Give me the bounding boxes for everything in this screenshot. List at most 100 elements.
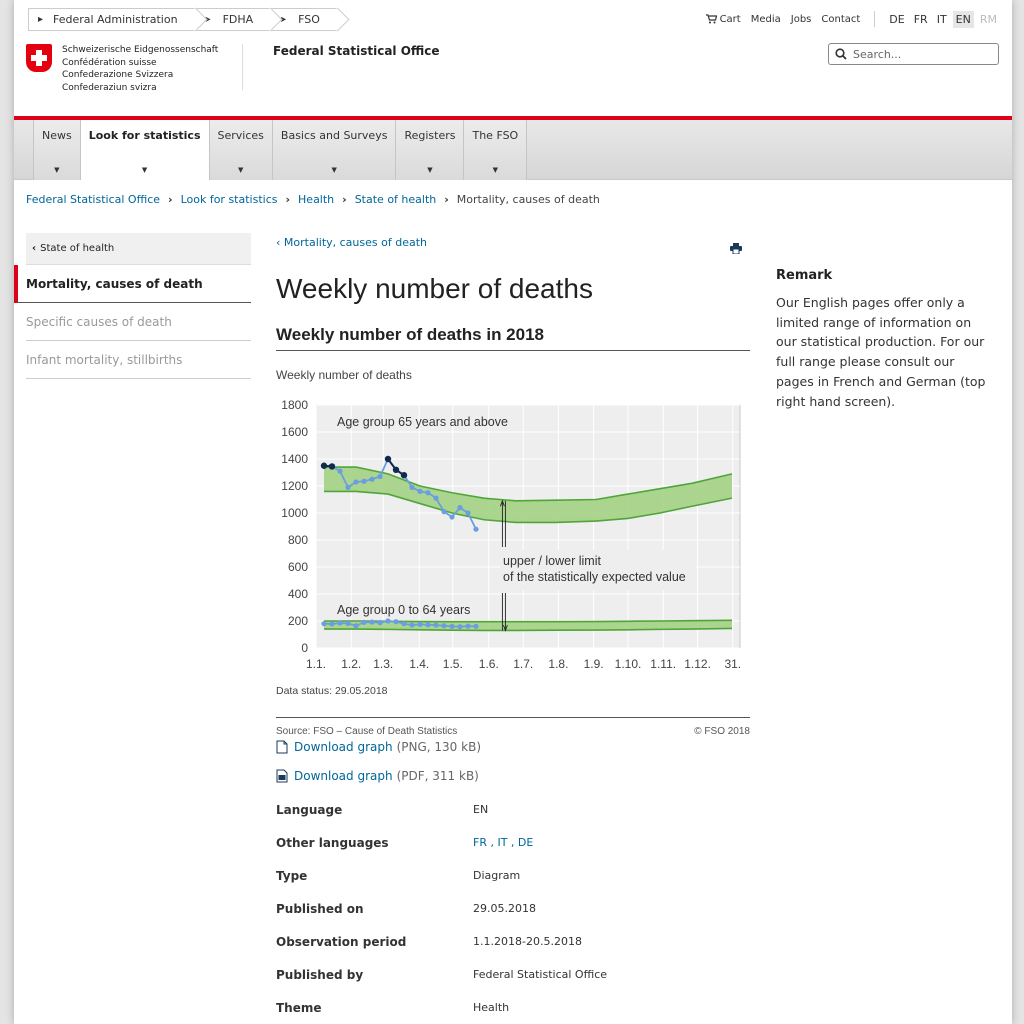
download-png[interactable]: Download graph (PNG, 130 kB) [276, 740, 481, 754]
page: Federal Administration FDHA FSO Cart Med… [14, 0, 1012, 1024]
data-point [377, 620, 383, 626]
chevron-left-icon: ‹ [32, 243, 37, 254]
remark-text: Our English pages offer only a limited r… [776, 295, 986, 409]
data-point [465, 623, 471, 629]
top-crumb-federal-administration[interactable]: Federal Administration [28, 8, 196, 31]
x-tick-label: 1.7. [513, 657, 533, 671]
caret-down-icon: ▼ [427, 166, 433, 174]
cart-link[interactable]: Cart [705, 14, 741, 25]
language-separator [874, 11, 876, 27]
y-tick-label: 200 [288, 614, 308, 628]
lang-rm: RM [979, 12, 997, 26]
jobs-link[interactable]: Jobs [791, 14, 812, 25]
search-input[interactable]: Search... [828, 43, 999, 65]
data-point [449, 623, 455, 629]
nav-look-for-statistics[interactable]: Look for statistics ▼ [79, 120, 209, 180]
property-row: Type Diagram [276, 869, 750, 902]
top-bar: Federal Administration FDHA FSO Cart Med… [28, 8, 1000, 32]
x-tick-label: 1.1. [306, 657, 326, 671]
data-point [345, 620, 351, 627]
data-point [473, 623, 479, 629]
nav-the-fso[interactable]: The FSO ▼ [463, 120, 528, 180]
data-point [361, 619, 367, 625]
left-navigation: ‹ State of health Mortality, causes of de… [14, 233, 251, 379]
data-point [409, 484, 415, 490]
logo-text: Schweizerische Eidgenossenschaft Confédé… [62, 44, 218, 94]
swiss-confederation-logo[interactable]: Schweizerische Eidgenossenschaft Confédé… [26, 44, 218, 94]
data-status: Data status: 29.05.2018 [276, 685, 388, 697]
pdf-icon [276, 769, 288, 783]
other-languages-links[interactable]: FR , IT , DE [473, 836, 533, 849]
data-point [417, 488, 423, 494]
main-navigation: News ▼ Look for statistics ▼ Services ▼ Bas… [14, 120, 1012, 180]
data-point [337, 468, 343, 474]
data-point [425, 490, 431, 496]
top-crumbs: Federal Administration FDHA FSO [28, 8, 338, 31]
y-axis-label: Weekly number of deaths [276, 368, 412, 382]
breadcrumb-item[interactable]: State of health [355, 193, 437, 206]
data-point [345, 484, 351, 490]
y-tick-label: 400 [288, 587, 308, 601]
download-pdf-link[interactable]: Download graph [294, 769, 393, 783]
download-png-meta: (PNG, 130 kB) [396, 740, 481, 754]
data-point [400, 472, 408, 479]
source-divider [276, 717, 750, 718]
data-point [473, 526, 479, 532]
y-tick-label: 1000 [281, 506, 308, 520]
download-png-link[interactable]: Download graph [294, 740, 393, 754]
caret-down-icon: ▼ [331, 166, 337, 174]
back-link-label: Mortality, causes of death [283, 236, 427, 249]
breadcrumb-item[interactable]: Look for statistics [181, 193, 278, 206]
leftnav-item-specific-causes[interactable]: Specific causes of death [26, 303, 251, 341]
data-point [441, 623, 447, 629]
back-to-state-of-health[interactable]: ‹ State of health [26, 233, 251, 265]
data-point [385, 618, 391, 624]
lang-it[interactable]: IT [934, 11, 950, 28]
nav-news[interactable]: News ▼ [33, 120, 80, 180]
back-label: State of health [40, 243, 115, 254]
annotation-limits-line1: upper / lower limit [503, 554, 601, 568]
caret-down-icon: ▼ [54, 166, 60, 174]
nav-label: Registers [404, 129, 456, 142]
annotation-limits-line2: of the statistically expected value [503, 570, 686, 584]
property-label: Other languages [276, 836, 389, 850]
property-label: Language [276, 803, 343, 817]
data-point [417, 621, 423, 627]
chart-source: Source: FSO – Cause of Death Statistics [276, 726, 458, 737]
nav-label: News [42, 129, 72, 142]
print-icon[interactable] [730, 239, 742, 258]
data-point [457, 624, 463, 630]
nav-registers[interactable]: Registers ▼ [395, 120, 464, 180]
lang-de[interactable]: DE [886, 11, 907, 28]
chart-heading: Weekly number of deaths in 2018 [276, 325, 750, 351]
data-point [369, 476, 375, 482]
caret-down-icon: ▼ [238, 166, 244, 174]
leftnav-item-infant-mortality[interactable]: Infant mortality, stillbirths [26, 341, 251, 379]
data-point [465, 510, 471, 516]
data-point [457, 505, 463, 511]
lang-fr[interactable]: FR [911, 11, 931, 28]
breadcrumb-item[interactable]: Federal Statistical Office [26, 193, 160, 206]
nav-basics-and-surveys[interactable]: Basics and Surveys ▼ [271, 120, 396, 180]
data-point [433, 495, 439, 501]
lang-en[interactable]: EN [952, 10, 974, 28]
download-pdf[interactable]: Download graph (PDF, 311 kB) [276, 769, 479, 783]
data-point [449, 514, 455, 520]
chevron-right-icon: › [285, 193, 291, 206]
annotation-group-65: Age group 65 years and above [337, 415, 508, 429]
office-name[interactable]: Federal Statistical Office [273, 44, 440, 58]
x-tick-label: 1.12. [684, 657, 711, 671]
other-languages-value[interactable]: FR , IT , DE [473, 836, 533, 849]
logo-line: Schweizerische Eidgenossenschaft [62, 45, 219, 55]
x-tick-label: 1.10. [615, 657, 642, 671]
data-point [392, 466, 400, 473]
cart-icon [705, 14, 717, 24]
breadcrumb-item[interactable]: Health [298, 193, 334, 206]
contact-link[interactable]: Contact [821, 14, 860, 25]
leftnav-item-mortality[interactable]: Mortality, causes of death [14, 265, 251, 303]
media-link[interactable]: Media [751, 14, 781, 25]
nav-services[interactable]: Services ▼ [208, 120, 272, 180]
y-tick-label: 1200 [281, 479, 308, 493]
breadcrumb: Federal Statistical Office › Look for sta… [26, 193, 600, 206]
back-link[interactable]: ‹ Mortality, causes of death [276, 236, 427, 249]
